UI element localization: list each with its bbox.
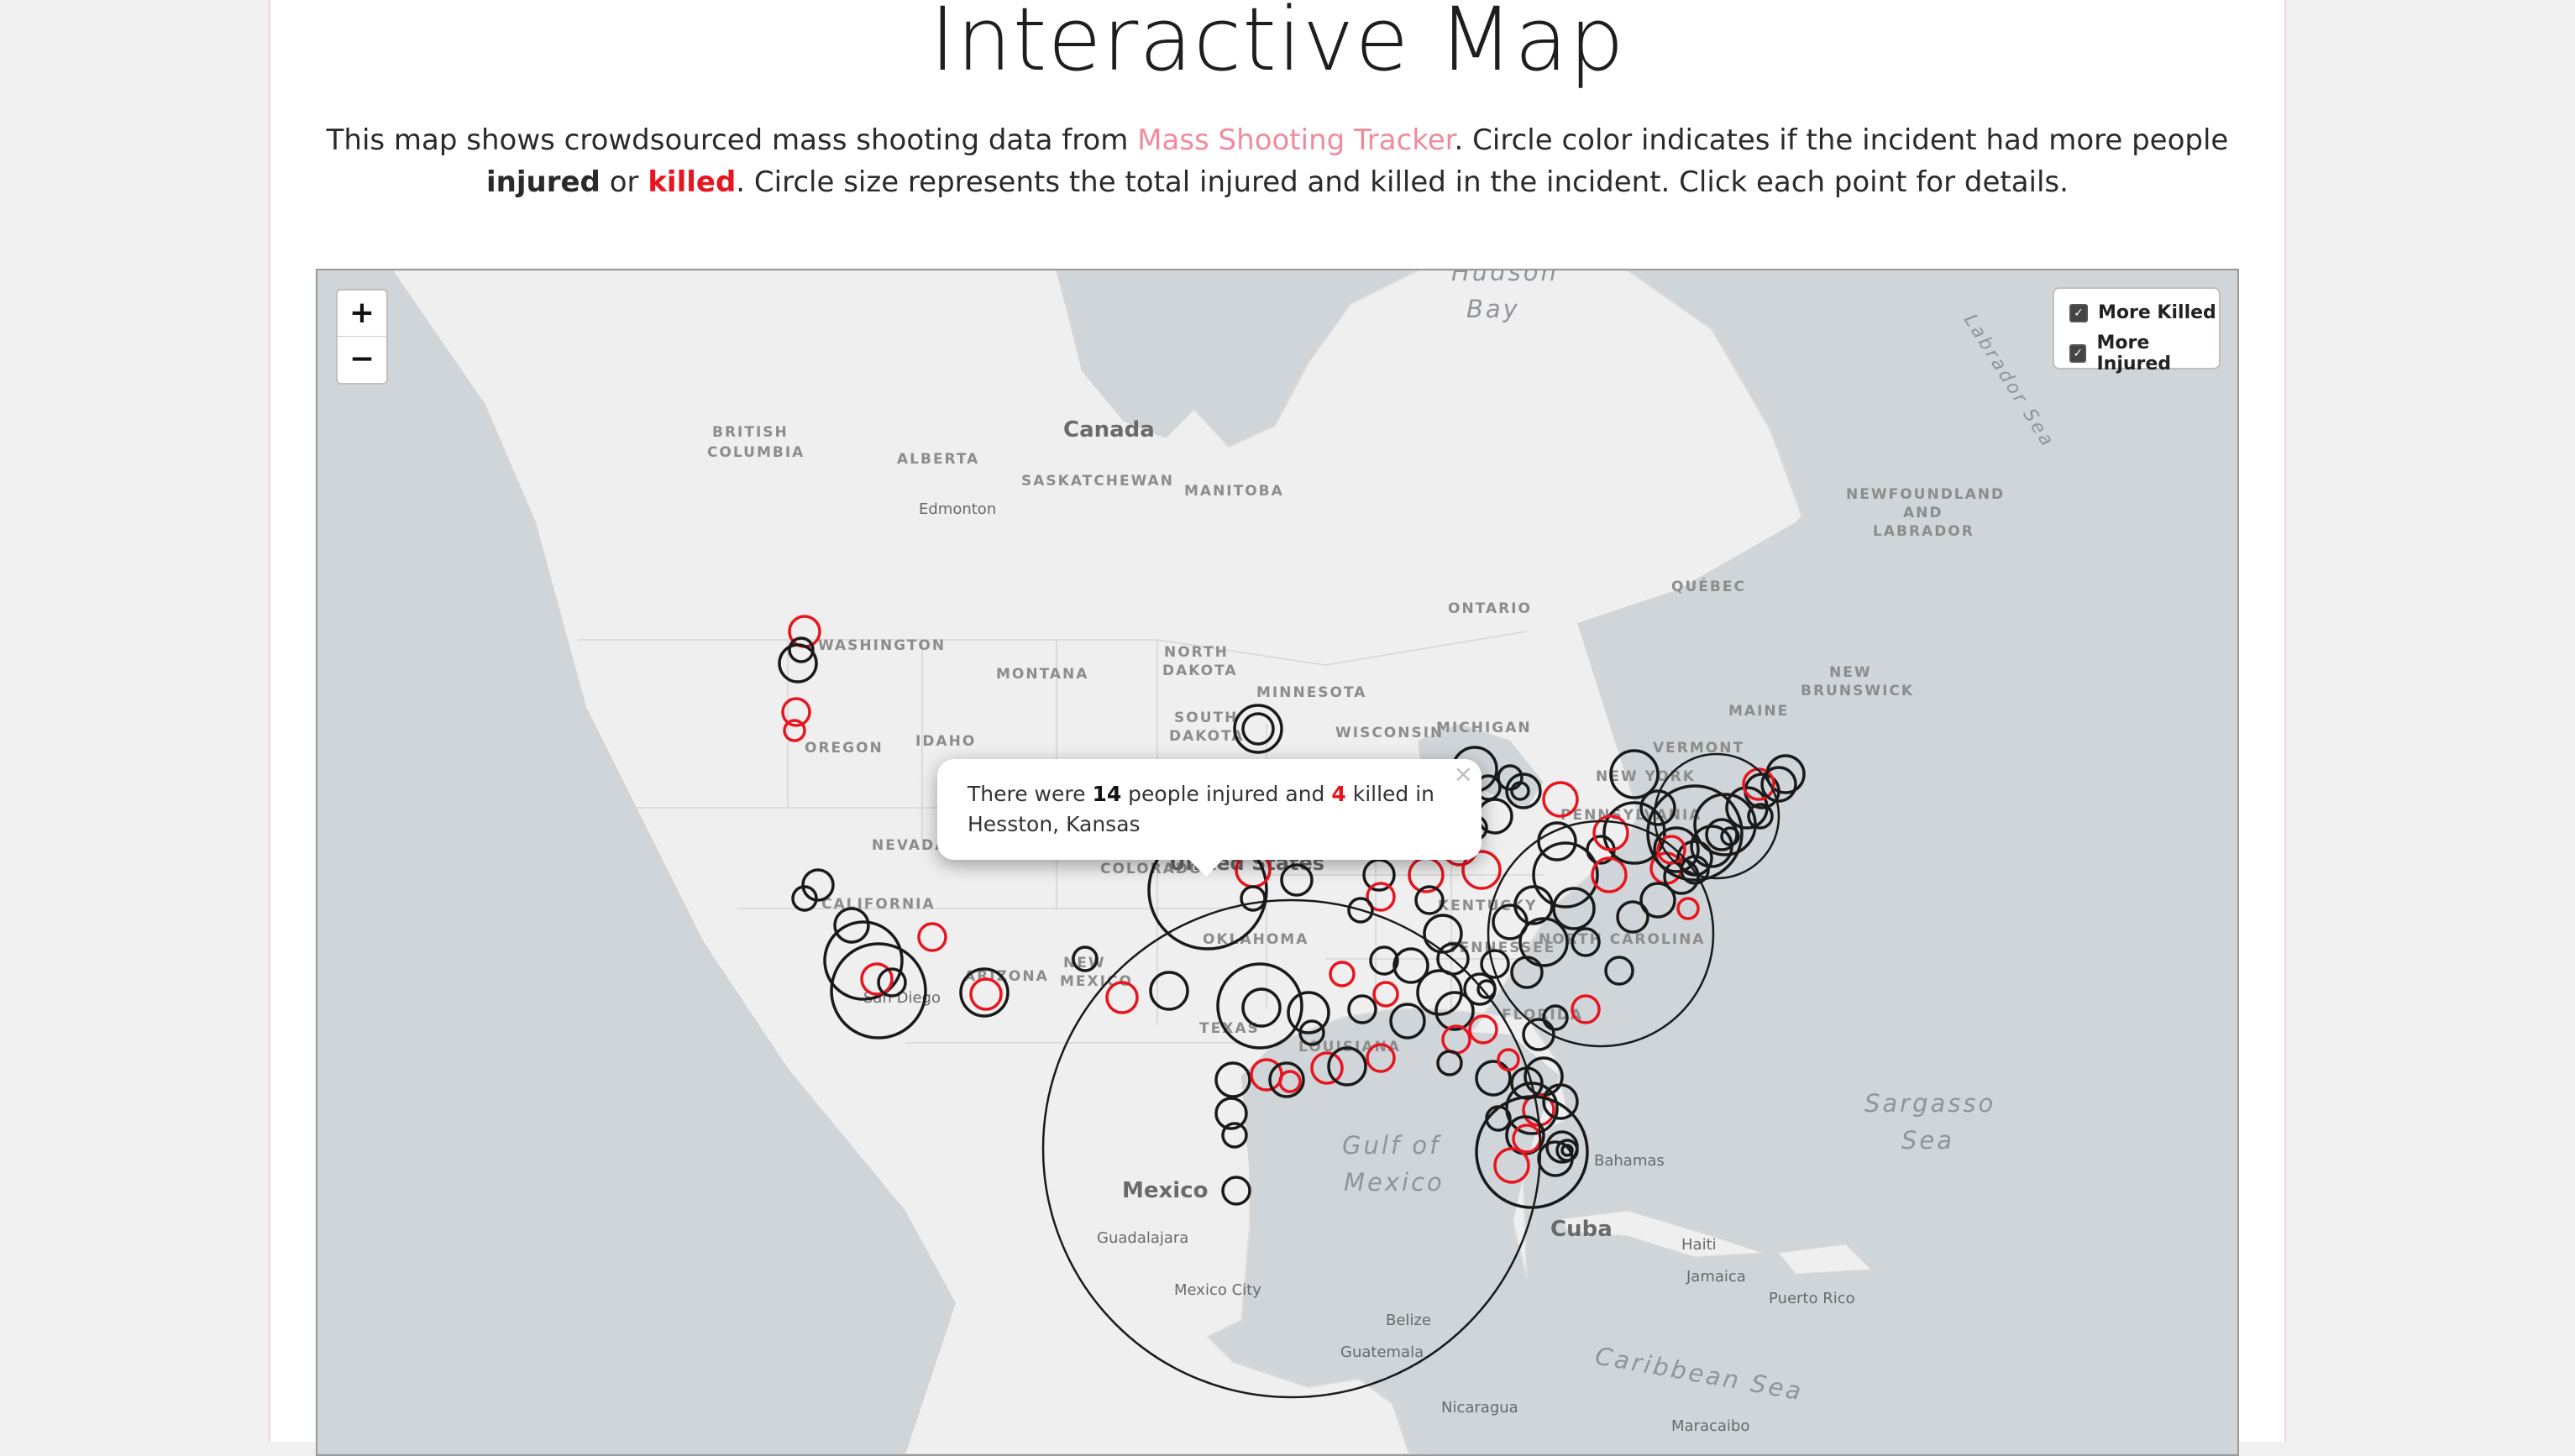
label-saskatchewan: SASKATCHEWAN bbox=[1021, 473, 1174, 490]
popup-text-2: people injured and bbox=[1121, 782, 1332, 806]
label-edmonton: Edmonton bbox=[919, 500, 996, 518]
label-manitoba: MANITOBA bbox=[1184, 483, 1284, 500]
popup-place: Hesston, Kansas bbox=[968, 812, 1141, 836]
label-alberta: ALBERTA bbox=[897, 451, 979, 468]
zoom-out-button[interactable]: − bbox=[338, 336, 386, 382]
label-ncarolina: NORTH CAROLINA bbox=[1539, 931, 1705, 948]
intro-text-3: . Circle size represents the total injur… bbox=[736, 165, 2069, 199]
label-vermont: VERMONT bbox=[1653, 740, 1744, 757]
killed-word: killed bbox=[648, 165, 737, 199]
label-jamaica: Jamaica bbox=[1686, 1268, 1746, 1286]
label-gulf2: Mexico bbox=[1344, 1168, 1445, 1197]
label-guadalajara: Guadalajara bbox=[1097, 1229, 1188, 1247]
label-sd1: SOUTH bbox=[1174, 710, 1238, 726]
intro-text-1: This map shows crowdsourced mass shootin… bbox=[326, 123, 1138, 157]
label-canada: Canada bbox=[1063, 417, 1155, 443]
label-quebec: QUÉBEC bbox=[1671, 577, 1746, 595]
popup-text-3: killed in bbox=[1345, 782, 1435, 806]
label-pennsylvania: PENNSYLVANIA bbox=[1560, 807, 1702, 824]
label-nevada: NEVADA bbox=[872, 837, 947, 854]
layer-label-more-killed: More Killed bbox=[2098, 302, 2216, 323]
intro-text-2: . Circle color indicates if the incident… bbox=[1454, 123, 2229, 157]
label-idaho: IDAHO bbox=[915, 733, 976, 750]
label-bay: Bay bbox=[1466, 295, 1520, 323]
label-bahamas: Bahamas bbox=[1594, 1152, 1665, 1170]
label-labrador-prov: LABRADOR bbox=[1873, 523, 1975, 540]
zoom-in-button[interactable]: + bbox=[338, 291, 386, 336]
zoom-control: + − bbox=[336, 289, 388, 385]
label-minnesota: MINNESOTA bbox=[1256, 684, 1366, 701]
popup-killed-count: 4 bbox=[1331, 782, 1346, 806]
popup-tip bbox=[1188, 858, 1225, 877]
label-gulf1: Gulf of bbox=[1342, 1131, 1441, 1160]
incident-popup: × There were 14 people injured and 4 kil… bbox=[937, 759, 1482, 877]
popup-text-1: There were bbox=[968, 782, 1093, 806]
intro-or: or bbox=[600, 165, 648, 199]
map-container[interactable]: Hudson Bay Canada BRITISH COLUMBIA ALBER… bbox=[316, 269, 2239, 1456]
close-icon[interactable]: × bbox=[1454, 759, 1473, 789]
layer-toggle-more-killed[interactable]: ✓ More Killed bbox=[2069, 302, 2216, 323]
layer-label-more-injured: More Injured bbox=[2096, 333, 2172, 374]
label-cuba: Cuba bbox=[1550, 1217, 1613, 1242]
label-montana: MONTANA bbox=[996, 666, 1088, 683]
label-guatemala: Guatemala bbox=[1340, 1343, 1424, 1361]
label-california: CALIFORNIA bbox=[821, 896, 936, 913]
label-hudson: Hudson bbox=[1451, 270, 1559, 286]
checkbox-checked-icon[interactable]: ✓ bbox=[2069, 303, 2088, 322]
intro-paragraph: This map shows crowdsourced mass shootin… bbox=[321, 119, 2234, 203]
label-wisconsin: WISCONSIN bbox=[1335, 725, 1444, 741]
popup-text: There were 14 people injured and 4 kille… bbox=[968, 779, 1455, 840]
label-mexico: Mexico bbox=[1122, 1178, 1208, 1203]
label-bc1: BRITISH bbox=[712, 424, 789, 441]
label-nd1: NORTH bbox=[1164, 644, 1229, 661]
label-oklahoma: OKLAHOMA bbox=[1203, 931, 1308, 948]
label-brunswick: BRUNSWICK bbox=[1801, 683, 1914, 699]
incident-circle[interactable] bbox=[1604, 956, 1634, 986]
label-sargasso1: Sargasso bbox=[1864, 1089, 1995, 1118]
label-mexico-city: Mexico City bbox=[1174, 1281, 1261, 1299]
label-belize: Belize bbox=[1386, 1312, 1431, 1329]
label-washington: WASHINGTON bbox=[818, 637, 946, 654]
label-new: NEW bbox=[1829, 664, 1872, 681]
checkbox-checked-icon[interactable]: ✓ bbox=[2069, 344, 2087, 363]
incident-circle[interactable] bbox=[1552, 887, 1596, 930]
label-bc2: COLUMBIA bbox=[707, 444, 805, 461]
label-maine: MAINE bbox=[1728, 703, 1789, 720]
label-nicaragua: Nicaragua bbox=[1441, 1399, 1518, 1417]
incident-circle[interactable] bbox=[1510, 956, 1544, 989]
label-sargasso2: Sea bbox=[1901, 1126, 1954, 1155]
label-ontario: ONTARIO bbox=[1448, 600, 1532, 617]
page-title: Interactive Map bbox=[930, 0, 1625, 91]
label-oregon: OREGON bbox=[805, 740, 884, 757]
mass-shooting-tracker-link[interactable]: Mass Shooting Tracker bbox=[1137, 123, 1454, 157]
layer-control: ✓ More Killed ✓ More Injured bbox=[2053, 287, 2221, 374]
label-sd2: DAKOTA bbox=[1169, 728, 1245, 745]
label-and: AND bbox=[1903, 505, 1943, 521]
popup-injured-count: 14 bbox=[1092, 782, 1122, 806]
label-haiti: Haiti bbox=[1681, 1236, 1717, 1254]
label-newfoundland: NEWFOUNDLAND bbox=[1846, 486, 2005, 503]
incident-circle[interactable] bbox=[1616, 900, 1649, 934]
label-nd2: DAKOTA bbox=[1162, 663, 1238, 679]
injured-word: injured bbox=[486, 165, 600, 199]
label-newmexico1: NEW bbox=[1063, 955, 1106, 972]
label-puerto-rico: Puerto Rico bbox=[1769, 1290, 1855, 1307]
layer-toggle-more-injured[interactable]: ✓ More Injured bbox=[2069, 333, 2219, 374]
label-michigan: MICHIGAN bbox=[1436, 720, 1532, 736]
basemap[interactable]: Hudson Bay Canada BRITISH COLUMBIA ALBER… bbox=[317, 270, 2237, 1454]
label-maracaibo: Maracaibo bbox=[1671, 1417, 1749, 1435]
